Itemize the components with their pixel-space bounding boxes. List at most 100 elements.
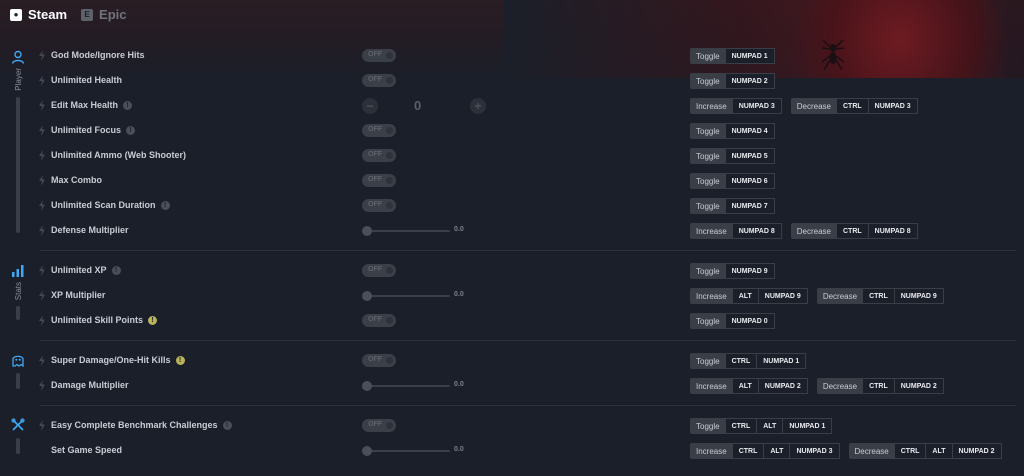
hotkey-group[interactable]: Toggle NUMPAD 4 [690, 123, 775, 139]
hotkey-key[interactable]: NUMPAD 7 [724, 198, 775, 214]
hotkey-key[interactable]: NUMPAD 4 [724, 123, 775, 139]
cheat-toggle[interactable]: OFF [362, 49, 396, 62]
hotkey-key[interactable]: NUMPAD 3 [867, 98, 918, 114]
hotkey-key[interactable]: NUMPAD 8 [867, 223, 918, 239]
cheat-toggle[interactable]: OFF [362, 74, 396, 87]
category-enemies[interactable] [8, 353, 28, 389]
hotkey-key[interactable]: ALT [925, 443, 953, 459]
hotkey-group[interactable]: Toggle CTRL ALT NUMPAD 1 [690, 418, 833, 434]
hotkey-action[interactable]: Decrease [790, 223, 837, 239]
hotkey-key[interactable]: NUMPAD 3 [789, 443, 840, 459]
cheat-toggle[interactable]: OFF [362, 174, 396, 187]
cheat-slider[interactable]: 0.0 [362, 445, 482, 457]
hotkey-action[interactable]: Decrease [816, 288, 864, 304]
hotkey-key[interactable]: NUMPAD 2 [724, 73, 775, 89]
hotkey-key[interactable]: ALT [763, 443, 791, 459]
slider-track[interactable] [366, 230, 450, 232]
cheat-toggle[interactable]: OFF [362, 149, 396, 162]
hotkey-key[interactable]: NUMPAD 1 [724, 48, 775, 64]
hotkey-key[interactable]: NUMPAD 3 [731, 98, 782, 114]
slider-thumb[interactable] [362, 381, 372, 391]
cheat-stepper[interactable]: − 0 + [362, 97, 488, 115]
category-misc[interactable] [8, 418, 28, 454]
increment-button[interactable]: + [470, 98, 486, 114]
hotkey-group[interactable]: Increase CTRL ALT NUMPAD 3 [690, 443, 840, 459]
hotkey-key[interactable]: CTRL [724, 418, 758, 434]
tab-epic[interactable]: E Epic [81, 7, 127, 22]
cheat-slider[interactable]: 0.0 [362, 380, 482, 392]
cheat-toggle[interactable]: OFF [362, 314, 396, 327]
hotkey-action[interactable]: Toggle [690, 198, 726, 214]
hotkey-action[interactable]: Toggle [690, 263, 726, 279]
hotkey-group[interactable]: Decrease CTRL NUMPAD 3 [790, 98, 918, 114]
slider-thumb[interactable] [362, 291, 372, 301]
hotkey-action[interactable]: Increase [690, 443, 733, 459]
hotkey-key[interactable]: NUMPAD 5 [724, 148, 775, 164]
category-player[interactable]: Player [8, 50, 28, 233]
hotkey-key[interactable]: NUMPAD 6 [724, 173, 775, 189]
hotkey-action[interactable]: Decrease [848, 443, 895, 459]
hotkey-key[interactable]: NUMPAD 9 [893, 288, 944, 304]
hotkey-key[interactable]: CTRL [724, 353, 758, 369]
cheat-slider[interactable]: 0.0 [362, 225, 482, 237]
info-icon[interactable]: ! [160, 201, 170, 210]
hotkey-action[interactable]: Toggle [690, 73, 726, 89]
hotkey-group[interactable]: Toggle CTRL NUMPAD 1 [690, 353, 807, 369]
hotkey-action[interactable]: Increase [690, 378, 733, 394]
cheat-toggle[interactable]: OFF [362, 354, 396, 367]
tab-steam[interactable]: ● Steam [10, 7, 67, 22]
hotkey-action[interactable]: Decrease [816, 378, 864, 394]
hotkey-key[interactable]: NUMPAD 9 [757, 288, 808, 304]
warning-icon[interactable]: ! [148, 316, 158, 325]
hotkey-group[interactable]: Toggle NUMPAD 2 [690, 73, 775, 89]
cheat-toggle[interactable]: OFF [362, 199, 396, 212]
hotkey-key[interactable]: NUMPAD 9 [724, 263, 775, 279]
hotkey-key[interactable]: NUMPAD 8 [731, 223, 782, 239]
hotkey-group[interactable]: Decrease CTRL NUMPAD 9 [816, 288, 944, 304]
category-stats[interactable]: Stats [8, 264, 28, 321]
hotkey-action[interactable]: Toggle [690, 148, 726, 164]
hotkey-key[interactable]: NUMPAD 1 [756, 353, 807, 369]
hotkey-key[interactable]: CTRL [835, 223, 869, 239]
hotkey-key[interactable]: NUMPAD 2 [757, 378, 808, 394]
hotkey-key[interactable]: CTRL [835, 98, 869, 114]
hotkey-key[interactable]: NUMPAD 2 [893, 378, 944, 394]
slider-thumb[interactable] [362, 446, 372, 456]
cheat-slider[interactable]: 0.0 [362, 290, 482, 302]
hotkey-group[interactable]: Decrease CTRL NUMPAD 8 [790, 223, 918, 239]
hotkey-group[interactable]: Increase ALT NUMPAD 9 [690, 288, 808, 304]
hotkey-key[interactable]: CTRL [862, 288, 895, 304]
hotkey-action[interactable]: Toggle [690, 418, 726, 434]
hotkey-action[interactable]: Increase [690, 223, 733, 239]
hotkey-group[interactable]: Toggle NUMPAD 7 [690, 198, 775, 214]
hotkey-action[interactable]: Decrease [790, 98, 837, 114]
slider-thumb[interactable] [362, 226, 372, 236]
hotkey-action[interactable]: Increase [690, 288, 733, 304]
hotkey-group[interactable]: Decrease CTRL NUMPAD 2 [816, 378, 944, 394]
warning-icon[interactable]: ! [175, 356, 185, 365]
hotkey-key[interactable]: NUMPAD 0 [724, 313, 775, 329]
hotkey-key[interactable]: CTRL [862, 378, 895, 394]
hotkey-action[interactable]: Toggle [690, 48, 726, 64]
hotkey-action[interactable]: Increase [690, 98, 733, 114]
hotkey-group[interactable]: Increase ALT NUMPAD 2 [690, 378, 808, 394]
info-icon[interactable]: ! [126, 126, 136, 135]
hotkey-key[interactable]: NUMPAD 2 [951, 443, 1002, 459]
hotkey-key[interactable]: ALT [731, 288, 759, 304]
hotkey-key[interactable]: CTRL [731, 443, 765, 459]
hotkey-group[interactable]: Toggle NUMPAD 0 [690, 313, 775, 329]
hotkey-group[interactable]: Toggle NUMPAD 5 [690, 148, 775, 164]
cheat-toggle[interactable]: OFF [362, 419, 396, 432]
decrement-button[interactable]: − [362, 98, 378, 114]
info-icon[interactable]: ! [111, 266, 121, 275]
hotkey-key[interactable]: NUMPAD 1 [782, 418, 833, 434]
hotkey-group[interactable]: Toggle NUMPAD 9 [690, 263, 775, 279]
hotkey-action[interactable]: Toggle [690, 313, 726, 329]
info-icon[interactable]: ! [222, 421, 232, 430]
hotkey-group[interactable]: Toggle NUMPAD 6 [690, 173, 775, 189]
hotkey-key[interactable]: CTRL [893, 443, 927, 459]
hotkey-key[interactable]: ALT [756, 418, 784, 434]
hotkey-action[interactable]: Toggle [690, 123, 726, 139]
hotkey-key[interactable]: ALT [731, 378, 759, 394]
hotkey-group[interactable]: Increase NUMPAD 8 [690, 223, 782, 239]
